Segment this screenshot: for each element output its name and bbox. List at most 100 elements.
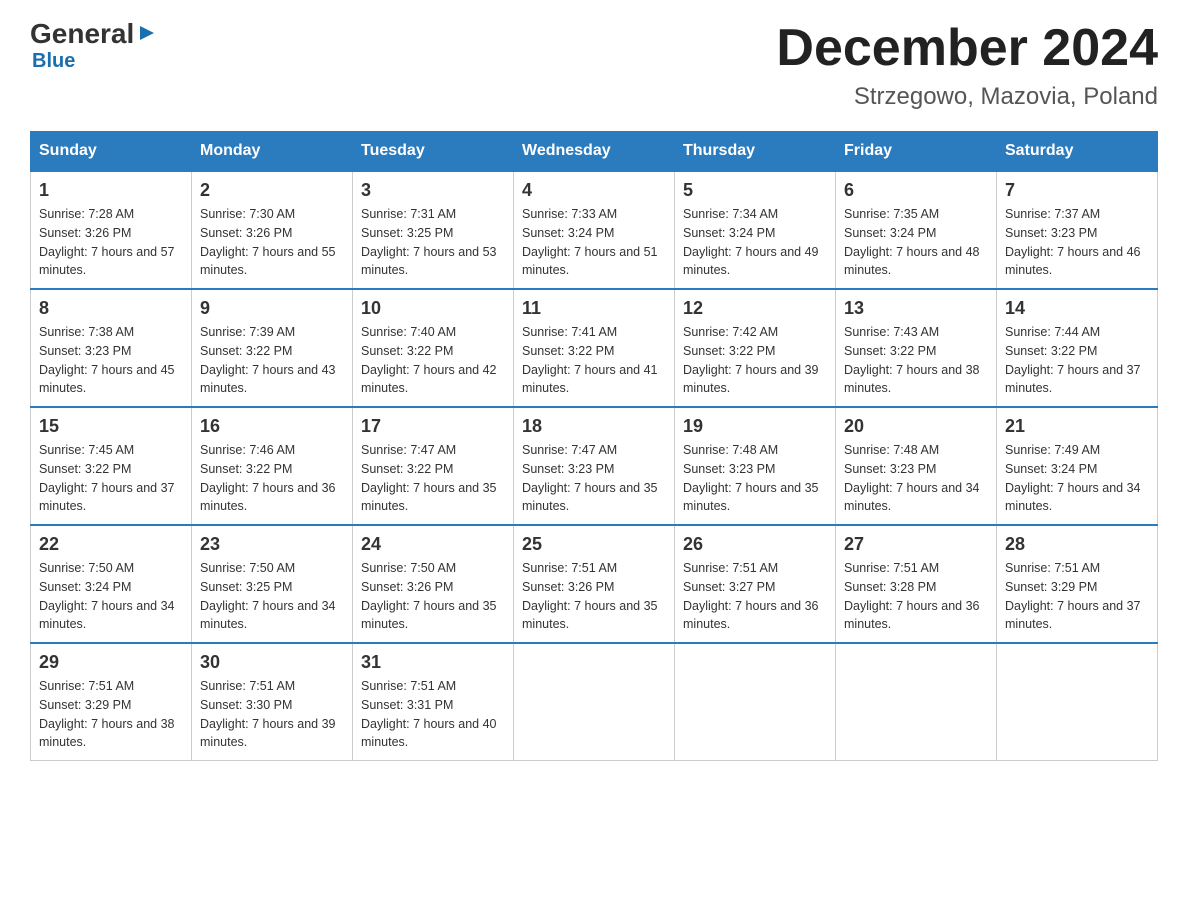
calendar-cell: 18 Sunrise: 7:47 AMSunset: 3:23 PMDaylig… xyxy=(514,407,675,525)
calendar-cell: 29 Sunrise: 7:51 AMSunset: 3:29 PMDaylig… xyxy=(31,643,192,761)
day-info: Sunrise: 7:31 AMSunset: 3:25 PMDaylight:… xyxy=(361,207,497,277)
day-info: Sunrise: 7:50 AMSunset: 3:26 PMDaylight:… xyxy=(361,561,497,631)
day-info: Sunrise: 7:51 AMSunset: 3:27 PMDaylight:… xyxy=(683,561,819,631)
calendar-cell: 20 Sunrise: 7:48 AMSunset: 3:23 PMDaylig… xyxy=(836,407,997,525)
day-info: Sunrise: 7:51 AMSunset: 3:28 PMDaylight:… xyxy=(844,561,980,631)
day-info: Sunrise: 7:48 AMSunset: 3:23 PMDaylight:… xyxy=(844,443,980,513)
calendar-week-row: 29 Sunrise: 7:51 AMSunset: 3:29 PMDaylig… xyxy=(31,643,1158,761)
day-info: Sunrise: 7:40 AMSunset: 3:22 PMDaylight:… xyxy=(361,325,497,395)
calendar-cell: 13 Sunrise: 7:43 AMSunset: 3:22 PMDaylig… xyxy=(836,289,997,407)
header-saturday: Saturday xyxy=(997,132,1158,172)
day-number: 18 xyxy=(522,416,666,437)
title-block: December 2024 Strzegowo, Mazovia, Poland xyxy=(776,20,1158,111)
day-number: 21 xyxy=(1005,416,1149,437)
day-number: 12 xyxy=(683,298,827,319)
calendar-week-row: 8 Sunrise: 7:38 AMSunset: 3:23 PMDayligh… xyxy=(31,289,1158,407)
day-info: Sunrise: 7:50 AMSunset: 3:25 PMDaylight:… xyxy=(200,561,336,631)
calendar-cell: 24 Sunrise: 7:50 AMSunset: 3:26 PMDaylig… xyxy=(353,525,514,643)
calendar-cell: 17 Sunrise: 7:47 AMSunset: 3:22 PMDaylig… xyxy=(353,407,514,525)
calendar-cell xyxy=(997,643,1158,761)
day-info: Sunrise: 7:44 AMSunset: 3:22 PMDaylight:… xyxy=(1005,325,1141,395)
calendar-cell: 6 Sunrise: 7:35 AMSunset: 3:24 PMDayligh… xyxy=(836,171,997,289)
day-number: 29 xyxy=(39,652,183,673)
day-info: Sunrise: 7:49 AMSunset: 3:24 PMDaylight:… xyxy=(1005,443,1141,513)
day-number: 4 xyxy=(522,180,666,201)
day-number: 31 xyxy=(361,652,505,673)
calendar-cell: 10 Sunrise: 7:40 AMSunset: 3:22 PMDaylig… xyxy=(353,289,514,407)
day-number: 2 xyxy=(200,180,344,201)
calendar-cell: 3 Sunrise: 7:31 AMSunset: 3:25 PMDayligh… xyxy=(353,171,514,289)
calendar-cell: 2 Sunrise: 7:30 AMSunset: 3:26 PMDayligh… xyxy=(192,171,353,289)
calendar-cell: 25 Sunrise: 7:51 AMSunset: 3:26 PMDaylig… xyxy=(514,525,675,643)
calendar-week-row: 15 Sunrise: 7:45 AMSunset: 3:22 PMDaylig… xyxy=(31,407,1158,525)
day-number: 6 xyxy=(844,180,988,201)
day-number: 16 xyxy=(200,416,344,437)
calendar-cell: 31 Sunrise: 7:51 AMSunset: 3:31 PMDaylig… xyxy=(353,643,514,761)
day-number: 5 xyxy=(683,180,827,201)
day-number: 14 xyxy=(1005,298,1149,319)
day-info: Sunrise: 7:51 AMSunset: 3:26 PMDaylight:… xyxy=(522,561,658,631)
day-info: Sunrise: 7:47 AMSunset: 3:23 PMDaylight:… xyxy=(522,443,658,513)
day-number: 20 xyxy=(844,416,988,437)
calendar-cell: 8 Sunrise: 7:38 AMSunset: 3:23 PMDayligh… xyxy=(31,289,192,407)
calendar-subtitle: Strzegowo, Mazovia, Poland xyxy=(776,83,1158,111)
logo-blue: Blue xyxy=(32,50,75,73)
calendar-cell: 16 Sunrise: 7:46 AMSunset: 3:22 PMDaylig… xyxy=(192,407,353,525)
header-sunday: Sunday xyxy=(31,132,192,172)
day-number: 28 xyxy=(1005,534,1149,555)
day-number: 1 xyxy=(39,180,183,201)
day-number: 19 xyxy=(683,416,827,437)
calendar-header-row: SundayMondayTuesdayWednesdayThursdayFrid… xyxy=(31,132,1158,172)
day-info: Sunrise: 7:28 AMSunset: 3:26 PMDaylight:… xyxy=(39,207,175,277)
logo-triangle-icon xyxy=(136,22,158,44)
day-info: Sunrise: 7:50 AMSunset: 3:24 PMDaylight:… xyxy=(39,561,175,631)
calendar-cell: 4 Sunrise: 7:33 AMSunset: 3:24 PMDayligh… xyxy=(514,171,675,289)
calendar-cell: 23 Sunrise: 7:50 AMSunset: 3:25 PMDaylig… xyxy=(192,525,353,643)
calendar-cell xyxy=(836,643,997,761)
calendar-cell: 1 Sunrise: 7:28 AMSunset: 3:26 PMDayligh… xyxy=(31,171,192,289)
calendar-cell: 22 Sunrise: 7:50 AMSunset: 3:24 PMDaylig… xyxy=(31,525,192,643)
day-info: Sunrise: 7:38 AMSunset: 3:23 PMDaylight:… xyxy=(39,325,175,395)
day-info: Sunrise: 7:41 AMSunset: 3:22 PMDaylight:… xyxy=(522,325,658,395)
day-info: Sunrise: 7:51 AMSunset: 3:31 PMDaylight:… xyxy=(361,679,497,749)
calendar-cell: 9 Sunrise: 7:39 AMSunset: 3:22 PMDayligh… xyxy=(192,289,353,407)
header-wednesday: Wednesday xyxy=(514,132,675,172)
calendar-cell: 26 Sunrise: 7:51 AMSunset: 3:27 PMDaylig… xyxy=(675,525,836,643)
calendar-table: SundayMondayTuesdayWednesdayThursdayFrid… xyxy=(30,131,1158,761)
calendar-cell: 11 Sunrise: 7:41 AMSunset: 3:22 PMDaylig… xyxy=(514,289,675,407)
calendar-cell xyxy=(675,643,836,761)
calendar-cell: 5 Sunrise: 7:34 AMSunset: 3:24 PMDayligh… xyxy=(675,171,836,289)
calendar-cell: 14 Sunrise: 7:44 AMSunset: 3:22 PMDaylig… xyxy=(997,289,1158,407)
header-thursday: Thursday xyxy=(675,132,836,172)
day-number: 15 xyxy=(39,416,183,437)
day-info: Sunrise: 7:45 AMSunset: 3:22 PMDaylight:… xyxy=(39,443,175,513)
day-number: 27 xyxy=(844,534,988,555)
logo-general: General xyxy=(30,20,134,48)
header-tuesday: Tuesday xyxy=(353,132,514,172)
calendar-cell: 30 Sunrise: 7:51 AMSunset: 3:30 PMDaylig… xyxy=(192,643,353,761)
day-number: 13 xyxy=(844,298,988,319)
day-info: Sunrise: 7:37 AMSunset: 3:23 PMDaylight:… xyxy=(1005,207,1141,277)
calendar-cell xyxy=(514,643,675,761)
header-monday: Monday xyxy=(192,132,353,172)
calendar-cell: 19 Sunrise: 7:48 AMSunset: 3:23 PMDaylig… xyxy=(675,407,836,525)
calendar-cell: 27 Sunrise: 7:51 AMSunset: 3:28 PMDaylig… xyxy=(836,525,997,643)
day-info: Sunrise: 7:51 AMSunset: 3:30 PMDaylight:… xyxy=(200,679,336,749)
day-number: 22 xyxy=(39,534,183,555)
day-info: Sunrise: 7:48 AMSunset: 3:23 PMDaylight:… xyxy=(683,443,819,513)
day-info: Sunrise: 7:34 AMSunset: 3:24 PMDaylight:… xyxy=(683,207,819,277)
calendar-cell: 12 Sunrise: 7:42 AMSunset: 3:22 PMDaylig… xyxy=(675,289,836,407)
day-number: 8 xyxy=(39,298,183,319)
day-number: 24 xyxy=(361,534,505,555)
day-number: 11 xyxy=(522,298,666,319)
day-info: Sunrise: 7:42 AMSunset: 3:22 PMDaylight:… xyxy=(683,325,819,395)
day-number: 26 xyxy=(683,534,827,555)
day-number: 23 xyxy=(200,534,344,555)
day-info: Sunrise: 7:33 AMSunset: 3:24 PMDaylight:… xyxy=(522,207,658,277)
day-info: Sunrise: 7:51 AMSunset: 3:29 PMDaylight:… xyxy=(39,679,175,749)
calendar-title: December 2024 xyxy=(776,20,1158,77)
calendar-cell: 7 Sunrise: 7:37 AMSunset: 3:23 PMDayligh… xyxy=(997,171,1158,289)
calendar-week-row: 22 Sunrise: 7:50 AMSunset: 3:24 PMDaylig… xyxy=(31,525,1158,643)
day-info: Sunrise: 7:30 AMSunset: 3:26 PMDaylight:… xyxy=(200,207,336,277)
calendar-cell: 15 Sunrise: 7:45 AMSunset: 3:22 PMDaylig… xyxy=(31,407,192,525)
